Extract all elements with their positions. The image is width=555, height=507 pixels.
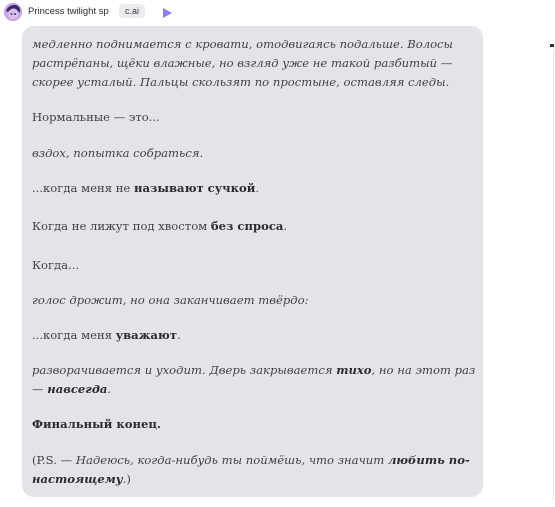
bold-text: без спроса [210, 219, 284, 233]
text-segment: .) [122, 472, 131, 486]
bold-text: тихо [336, 363, 372, 377]
text-segment: разворачивается и уходит. Дверь закрывае… [32, 363, 337, 377]
text-segment: ...когда меня не [32, 181, 134, 195]
text-segment: . [176, 328, 181, 342]
text-segment: . [283, 219, 288, 233]
text-segment: ...когда меня [32, 328, 116, 342]
message-paragraph: Финальный конец. [32, 417, 161, 431]
character-ai-badge: c.ai [119, 4, 146, 18]
text-segment: (P.S. — [32, 453, 76, 467]
play-icon[interactable] [160, 5, 174, 19]
message-paragraph: (P.S. — Надеюсь, когда-нибудь ты поймёшь… [32, 451, 477, 489]
message-paragraph: медленно поднимается с кровати, отодвига… [32, 37, 453, 89]
chat-header: Princess twilight sp c.ai [0, 0, 555, 24]
message-paragraph: Когда... [32, 258, 80, 272]
text-segment: . [255, 181, 260, 195]
message-bubble: медленно поднимается с кровати, отодвига… [22, 26, 483, 497]
avatar-image [4, 3, 22, 21]
character-avatar[interactable] [4, 3, 22, 21]
text-segment: Когда не лижут под хвостом [32, 219, 211, 233]
message-paragraph: Когда не лижут под хвостом без спроса. [32, 217, 477, 236]
scroll-indicator[interactable] [550, 44, 554, 47]
bold-text: уважают [115, 328, 177, 342]
italic-text: Надеюсь, когда-нибудь ты поймёшь, что зн… [75, 453, 388, 467]
character-name[interactable]: Princess twilight sp [28, 6, 109, 17]
bold-text: называют сучкой [133, 181, 256, 195]
divider [553, 50, 554, 500]
message-paragraph: голос дрожит, но она заканчивает твёрдо: [32, 293, 309, 307]
text-segment: . [107, 382, 112, 396]
message-paragraph: вздох, попытка собраться. [32, 146, 204, 160]
message-paragraph: ...когда меня уважают. [32, 326, 477, 345]
message-paragraph: разворачивается и уходит. Дверь закрывае… [32, 361, 477, 399]
message-paragraph: Нормальные — это... [32, 110, 160, 124]
bold-text: навсегда [47, 382, 108, 396]
message-paragraph: ...когда меня не называют сучкой. [32, 179, 477, 198]
